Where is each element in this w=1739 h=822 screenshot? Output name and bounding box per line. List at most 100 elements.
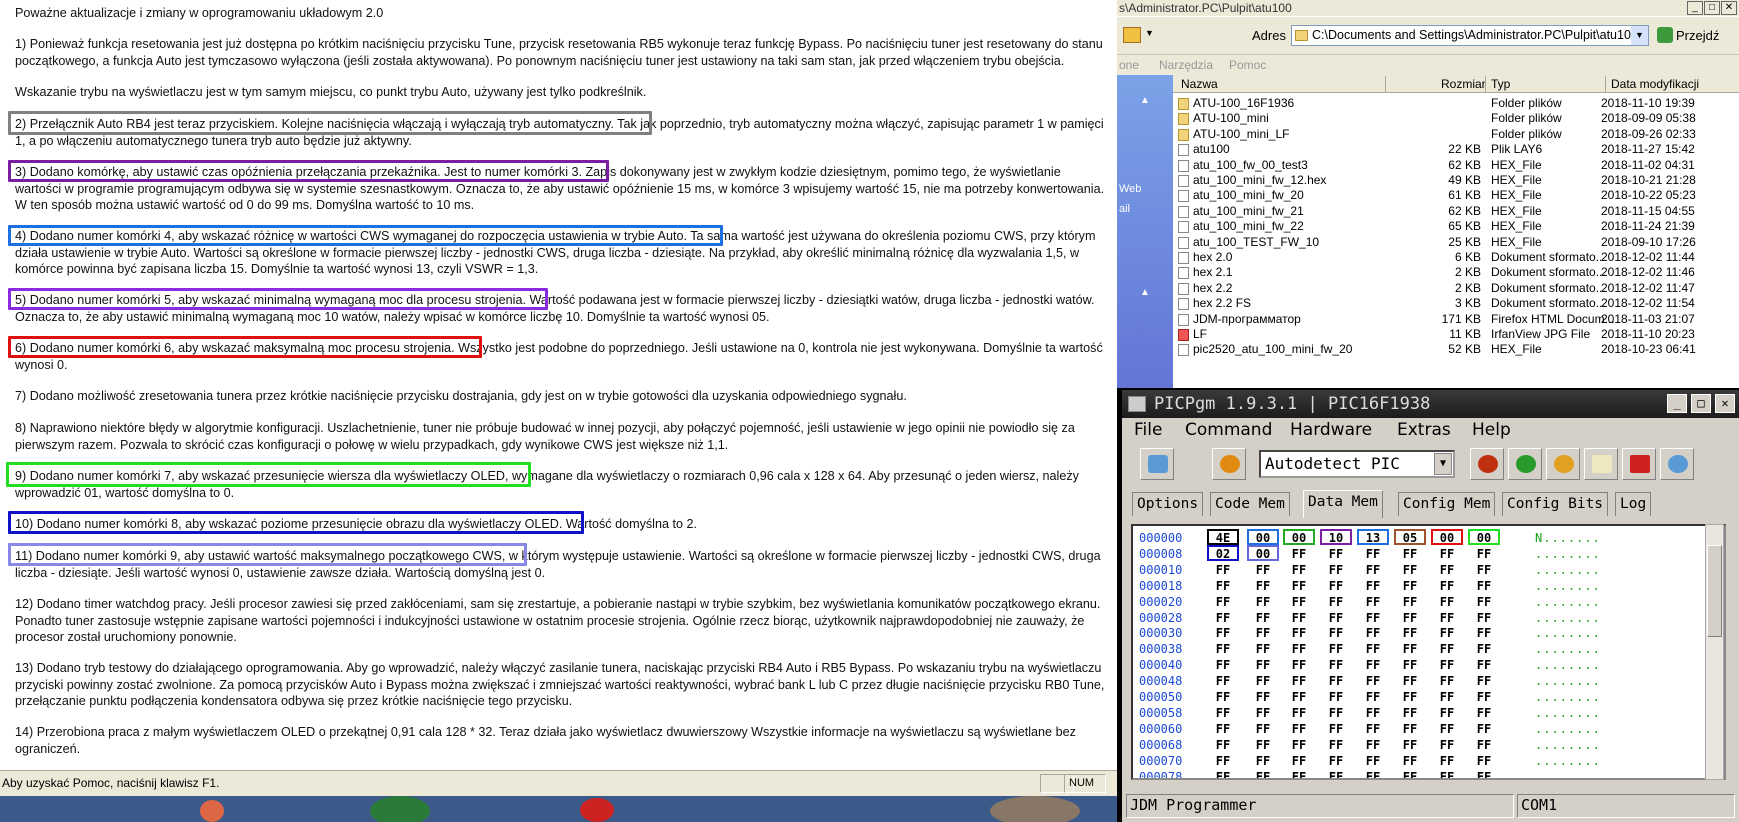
tab-options[interactable]: Options bbox=[1132, 492, 1204, 516]
memory-cell[interactable]: FF bbox=[1357, 689, 1389, 705]
memory-cell[interactable]: FF bbox=[1247, 594, 1279, 610]
memory-cell[interactable]: FF bbox=[1320, 769, 1352, 779]
memory-cell[interactable]: FF bbox=[1468, 737, 1500, 753]
memory-cell[interactable]: FF bbox=[1247, 753, 1279, 769]
memory-cell[interactable]: FF bbox=[1320, 546, 1352, 562]
data-memory-view[interactable]: 000000 4E 00 00 10 13 05 00 00 N....... 000008 02 00… bbox=[1131, 524, 1726, 780]
tab-config-mem[interactable]: Config Mem bbox=[1398, 492, 1496, 516]
tab-log[interactable]: Log bbox=[1615, 492, 1652, 516]
chevron-up-icon[interactable]: ▲ bbox=[1140, 95, 1150, 106]
memory-cell[interactable]: FF bbox=[1394, 689, 1426, 705]
memory-cell[interactable]: FF bbox=[1431, 769, 1463, 779]
memory-cell[interactable]: FF bbox=[1431, 641, 1463, 657]
memory-cell[interactable]: FF bbox=[1357, 578, 1389, 594]
minimize-icon[interactable]: _ bbox=[1687, 1, 1703, 15]
memory-cell[interactable]: FF bbox=[1357, 753, 1389, 769]
memory-cell[interactable]: FF bbox=[1283, 562, 1315, 578]
tab-config-bits[interactable]: Config Bits bbox=[1502, 492, 1609, 516]
memory-cell[interactable]: FF bbox=[1207, 610, 1239, 626]
memory-cell[interactable]: FF bbox=[1468, 689, 1500, 705]
memory-cell[interactable]: FF bbox=[1247, 721, 1279, 737]
memory-cell[interactable]: FF bbox=[1468, 721, 1500, 737]
scrollbar-thumb[interactable] bbox=[1707, 545, 1722, 637]
memory-cell[interactable]: FF bbox=[1357, 769, 1389, 779]
maximize-icon[interactable]: □ bbox=[1704, 1, 1720, 15]
memory-cell[interactable]: FF bbox=[1247, 641, 1279, 657]
memory-cell[interactable]: FF bbox=[1431, 594, 1463, 610]
memory-cell[interactable]: FF bbox=[1468, 769, 1500, 779]
memory-cell[interactable]: FF bbox=[1207, 641, 1239, 657]
memory-cell[interactable]: FF bbox=[1247, 705, 1279, 721]
memory-cell[interactable]: FF bbox=[1431, 753, 1463, 769]
address-field[interactable]: C:\Documents and Settings\Administrator.… bbox=[1291, 25, 1649, 46]
memory-cell[interactable]: FF bbox=[1394, 673, 1426, 689]
load-hex-button[interactable] bbox=[1584, 448, 1618, 480]
memory-cell[interactable]: FF bbox=[1207, 753, 1239, 769]
memory-cell[interactable]: FF bbox=[1357, 657, 1389, 673]
menu-item-tools[interactable]: Narzędzia bbox=[1159, 58, 1213, 72]
memory-cell[interactable]: FF bbox=[1320, 562, 1352, 578]
memory-cell[interactable]: FF bbox=[1320, 705, 1352, 721]
memory-cell[interactable]: FF bbox=[1207, 737, 1239, 753]
memory-cell[interactable]: FF bbox=[1207, 594, 1239, 610]
chevron-down-icon[interactable]: ▼ bbox=[1145, 28, 1154, 38]
erase-button[interactable] bbox=[1622, 448, 1656, 480]
memory-cell[interactable]: FF bbox=[1283, 546, 1315, 562]
menu-extras[interactable]: Extras bbox=[1397, 420, 1451, 440]
read-button[interactable] bbox=[1470, 448, 1504, 480]
memory-cell[interactable]: FF bbox=[1394, 562, 1426, 578]
memory-cell[interactable]: FF bbox=[1468, 546, 1500, 562]
memory-cell[interactable]: FF bbox=[1320, 689, 1352, 705]
memory-cell[interactable]: FF bbox=[1394, 641, 1426, 657]
memory-cell[interactable]: FF bbox=[1357, 625, 1389, 641]
memory-cell[interactable]: FF bbox=[1468, 705, 1500, 721]
memory-cell[interactable]: FF bbox=[1320, 673, 1352, 689]
blank-check-button[interactable] bbox=[1660, 448, 1694, 480]
detect-programmer-button[interactable] bbox=[1140, 448, 1174, 480]
chevron-up-icon[interactable]: ▲ bbox=[1140, 287, 1150, 298]
go-arrow-icon[interactable] bbox=[1657, 27, 1673, 43]
chevron-down-icon[interactable]: ▼ bbox=[1434, 453, 1452, 475]
view-icon[interactable] bbox=[1123, 27, 1141, 43]
column-header-size[interactable]: Rozmiar bbox=[1441, 77, 1486, 91]
memory-cell[interactable]: FF bbox=[1207, 673, 1239, 689]
memory-cell[interactable]: FF bbox=[1394, 546, 1426, 562]
memory-cell[interactable]: FF bbox=[1468, 610, 1500, 626]
memory-cell[interactable]: FF bbox=[1394, 594, 1426, 610]
memory-cell[interactable]: FF bbox=[1431, 625, 1463, 641]
column-header-type[interactable]: Typ bbox=[1491, 77, 1510, 91]
tab-data-mem[interactable]: Data Mem bbox=[1303, 490, 1383, 518]
memory-cell[interactable]: FF bbox=[1207, 657, 1239, 673]
memory-cell[interactable]: FF bbox=[1247, 625, 1279, 641]
column-separator[interactable] bbox=[1605, 76, 1606, 92]
memory-cell[interactable]: FF bbox=[1357, 594, 1389, 610]
memory-cell[interactable]: FF bbox=[1431, 657, 1463, 673]
memory-cell[interactable]: FF bbox=[1247, 769, 1279, 779]
memory-cell[interactable]: FF bbox=[1320, 578, 1352, 594]
close-icon[interactable]: ✕ bbox=[1721, 1, 1737, 15]
memory-cell[interactable]: FF bbox=[1283, 721, 1315, 737]
minimize-icon[interactable]: _ bbox=[1667, 394, 1687, 413]
memory-cell[interactable]: FF bbox=[1357, 705, 1389, 721]
memory-cell[interactable]: FF bbox=[1394, 737, 1426, 753]
memory-scrollbar[interactable] bbox=[1705, 524, 1724, 780]
file-row[interactable]: pic2520_atu_100_mini_fw_20 52 KB HEX_File 2… bbox=[1173, 341, 1739, 358]
memory-cell[interactable]: FF bbox=[1357, 546, 1389, 562]
memory-cell[interactable]: FF bbox=[1394, 610, 1426, 626]
memory-cell[interactable]: FF bbox=[1394, 657, 1426, 673]
memory-cell[interactable]: FF bbox=[1357, 562, 1389, 578]
memory-cell[interactable]: FF bbox=[1431, 721, 1463, 737]
memory-cell[interactable]: FF bbox=[1357, 610, 1389, 626]
memory-cell[interactable]: FF bbox=[1431, 673, 1463, 689]
memory-cell[interactable]: FF bbox=[1247, 610, 1279, 626]
memory-cell[interactable]: FF bbox=[1207, 721, 1239, 737]
menu-help[interactable]: Help bbox=[1472, 420, 1511, 440]
tab-code-mem[interactable]: Code Mem bbox=[1210, 492, 1290, 516]
memory-cell[interactable]: FF bbox=[1283, 610, 1315, 626]
memory-cell[interactable]: FF bbox=[1468, 625, 1500, 641]
memory-cell[interactable]: FF bbox=[1283, 769, 1315, 779]
menu-command[interactable]: Command bbox=[1185, 420, 1272, 440]
menu-item[interactable]: one bbox=[1119, 58, 1139, 72]
memory-cell[interactable]: FF bbox=[1283, 594, 1315, 610]
memory-cell[interactable]: FF bbox=[1431, 705, 1463, 721]
